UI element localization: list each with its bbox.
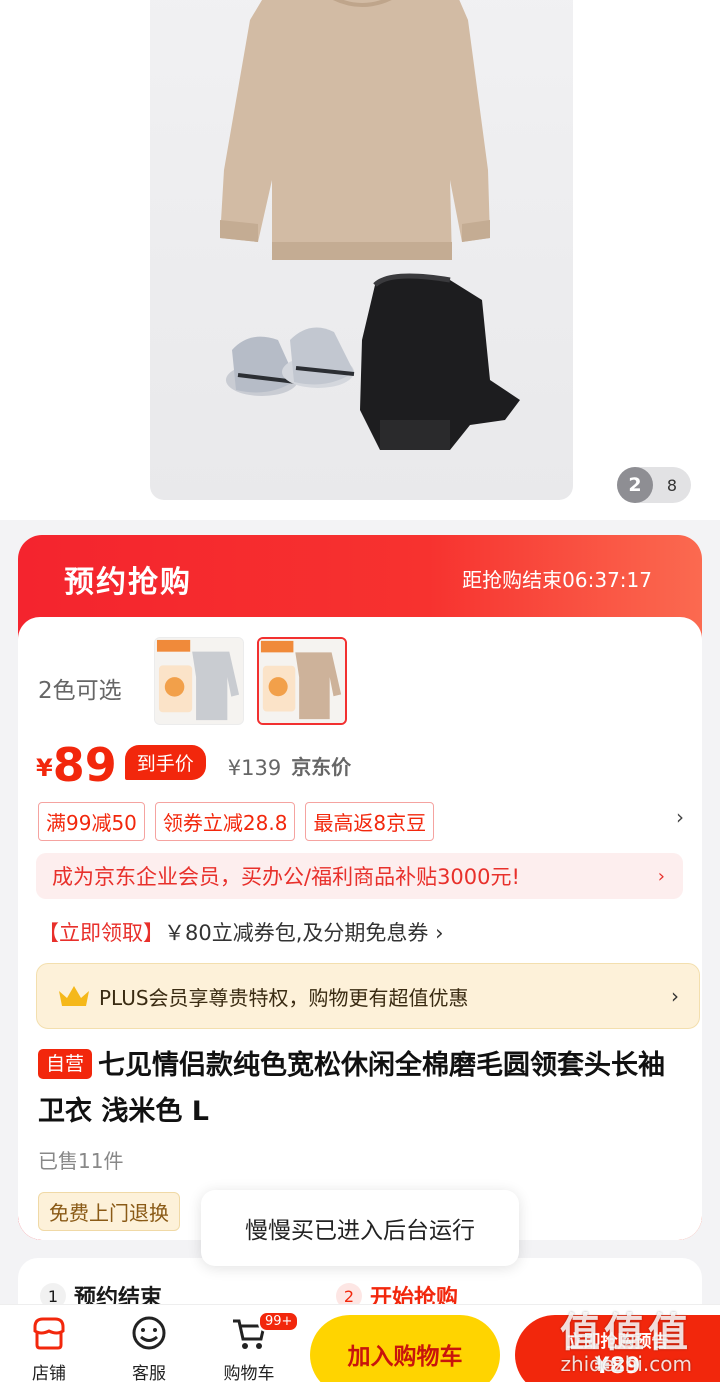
price-currency: ¥ (36, 754, 53, 782)
flash-sale-title: 预约抢购 (64, 565, 192, 600)
service-tag[interactable]: 免费上门退换 (38, 1192, 180, 1231)
crown-icon (59, 986, 89, 1006)
chevron-right-icon: › (435, 921, 444, 945)
coupon-tag[interactable]: 最高返8京豆 (305, 802, 435, 841)
original-price-label: 京东价 (291, 755, 352, 779)
customer-service-tab-label: 客服 (132, 1364, 166, 1382)
product-gallery[interactable]: 2 8 (0, 0, 720, 520)
product-page: 2 8 预约抢购 距抢购结束06:37:17 2色可选 ¥ 89 到手价 ¥13… (0, 0, 720, 1382)
cart-count-badge: 99+ (258, 1311, 300, 1332)
watermark-logo: 值值值 (560, 1310, 692, 1356)
chevron-right-icon: › (657, 865, 665, 887)
price-row: ¥ 89 到手价 ¥139 京东价 (36, 742, 351, 788)
plus-member-banner[interactable]: PLUS会员享尊贵特权，购物更有超值优惠 › (36, 963, 700, 1029)
price-value: 89 (52, 738, 117, 792)
background-running-toast: 慢慢买已进入后台运行 (201, 1190, 519, 1266)
customer-service-tab[interactable]: 客服 (114, 1313, 184, 1382)
net-price-badge: 到手价 (124, 745, 206, 780)
gallery-current-page: 2 (617, 467, 653, 503)
gallery-page-indicator: 2 8 (617, 467, 691, 503)
gallery-total-pages: 8 (666, 475, 678, 495)
watermark-site: zhidezhi.com (560, 1352, 692, 1376)
shop-icon (33, 1317, 65, 1350)
product-info-panel: 2色可选 ¥ 89 到手价 ¥139 京东价 满99减50 领券立减28.8 最… (18, 617, 702, 1240)
flash-sale-countdown: 距抢购结束06:37:17 (462, 568, 652, 592)
product-photo[interactable] (150, 0, 573, 500)
shop-tab[interactable]: 店铺 (14, 1313, 84, 1382)
enterprise-member-banner[interactable]: 成为京东企业会员，买办公/福利商品补贴3000元! › (36, 853, 683, 899)
chevron-right-icon[interactable]: › (676, 805, 684, 829)
color-swatch-beige[interactable] (257, 637, 347, 725)
claim-coupon-link[interactable]: 【立即领取】￥80立减券包,及分期免息券 › (38, 917, 444, 947)
enterprise-member-text: 成为京东企业会员，买办公/福利商品补贴3000元! (52, 865, 520, 889)
color-options-label[interactable]: 2色可选 (38, 671, 122, 705)
plus-member-text: PLUS会员享尊贵特权，购物更有超值优惠 (99, 985, 469, 1010)
chevron-right-icon: › (671, 984, 679, 1008)
cart-tab-label: 购物车 (223, 1364, 275, 1382)
site-watermark: 值值值 zhidezhi.com (560, 1300, 692, 1376)
original-price: ¥139 (227, 756, 282, 780)
add-to-cart-button[interactable]: 加入购物车 (310, 1315, 500, 1382)
coupon-list[interactable]: 满99减50 领券立减28.8 最高返8京豆 (38, 802, 435, 841)
claim-text: ￥80立减券包,及分期免息券 (164, 921, 429, 945)
shop-tab-label: 店铺 (32, 1364, 66, 1382)
color-swatch-grey[interactable] (154, 637, 244, 725)
sold-count: 已售11件 (38, 1149, 124, 1173)
claim-highlight: 【立即领取】 (38, 921, 164, 945)
customer-service-icon (132, 1316, 166, 1350)
cart-tab[interactable]: 99+ 购物车 (214, 1311, 300, 1382)
self-operated-badge: 自营 (38, 1049, 93, 1079)
product-title: 自营 七见情侣款纯色宽松休闲全棉磨毛圆领套头长袖卫衣 浅米色 L (38, 1043, 678, 1135)
flash-sale-card: 预约抢购 距抢购结束06:37:17 2色可选 ¥ 89 到手价 ¥139 京东… (18, 535, 702, 1240)
product-title-text: 七见情侣款纯色宽松休闲全棉磨毛圆领套头长袖卫衣 浅米色 L (38, 1050, 666, 1127)
coupon-tag[interactable]: 满99减50 (38, 802, 145, 841)
coupon-tag[interactable]: 领券立减28.8 (154, 802, 296, 841)
